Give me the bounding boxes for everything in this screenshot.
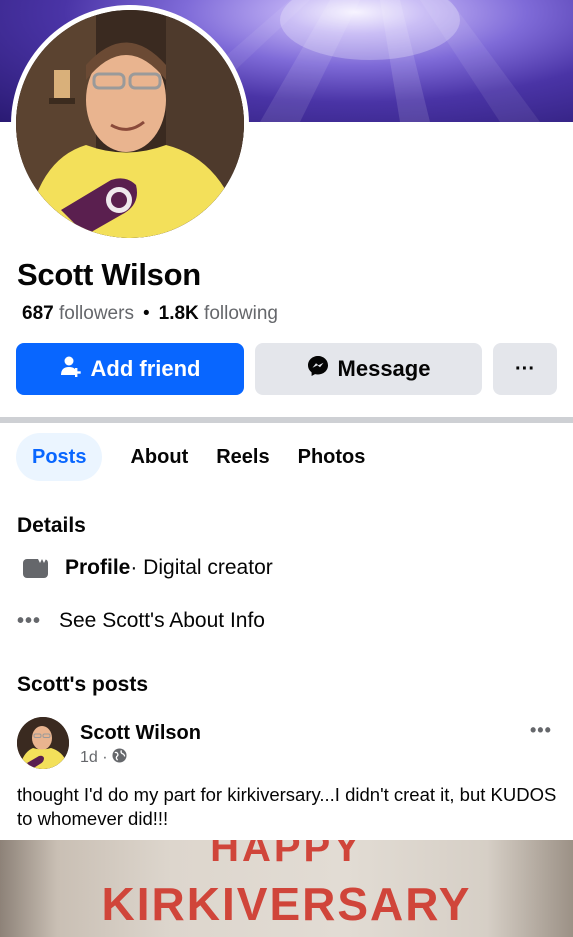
- post-image[interactable]: HAPPY KIRKIVERSARY: [0, 840, 573, 937]
- details-heading: Details: [17, 514, 86, 537]
- follow-stats: 687 followers • 1.8K following: [22, 303, 278, 325]
- posts-heading: Scott's posts: [17, 673, 149, 696]
- add-friend-button[interactable]: Add friend: [16, 343, 244, 395]
- see-about-label: See Scott's About Info: [59, 609, 265, 632]
- tab-posts[interactable]: Posts: [16, 433, 103, 481]
- more-dots-icon: •••: [17, 609, 42, 632]
- messenger-icon: [307, 355, 329, 383]
- add-person-icon: [60, 355, 82, 383]
- profile-tabs: Posts About Reels Photos: [16, 433, 393, 481]
- section-divider: [0, 417, 573, 423]
- post-author-name[interactable]: Scott Wilson: [80, 722, 201, 745]
- following-link[interactable]: 1.8K following: [159, 303, 278, 324]
- followers-link[interactable]: 687 followers: [22, 303, 134, 324]
- followers-label: followers: [58, 303, 134, 324]
- post-meta: 1d ·: [80, 748, 127, 768]
- add-friend-label: Add friend: [90, 356, 201, 381]
- post-timestamp[interactable]: 1d ·: [80, 749, 108, 767]
- more-options-button[interactable]: ···: [493, 343, 557, 395]
- profile-card-icon: [22, 557, 49, 579]
- message-button[interactable]: Message: [255, 343, 482, 395]
- tab-photos[interactable]: Photos: [298, 433, 366, 481]
- following-label: following: [204, 303, 278, 324]
- following-count: 1.8K: [158, 303, 199, 324]
- detail-profile-category: Profile · Digital creator: [22, 556, 273, 580]
- tab-about[interactable]: About: [130, 433, 188, 481]
- post-author-avatar[interactable]: [17, 717, 69, 769]
- see-about-info-link[interactable]: ••• See Scott's About Info: [17, 609, 265, 633]
- profile-avatar-image: [16, 10, 244, 238]
- tab-reels[interactable]: Reels: [216, 433, 269, 481]
- more-dots-icon: ···: [515, 357, 535, 380]
- profile-picture[interactable]: [11, 5, 249, 243]
- post-image-text-line1: HAPPY: [210, 840, 363, 870]
- detail-profile-value: · Digital creator: [130, 556, 273, 579]
- separator-dot: •: [142, 303, 150, 324]
- post-text: thought I'd do my part for kirkiversary.…: [17, 784, 557, 829]
- post-image-text-line2: KIRKIVERSARY: [101, 878, 472, 930]
- message-label: Message: [337, 356, 431, 381]
- globe-icon: [112, 748, 127, 768]
- detail-profile-label: Profile: [65, 556, 131, 579]
- followers-count: 687: [22, 303, 54, 324]
- profile-name: Scott Wilson: [17, 257, 201, 292]
- post-options-button[interactable]: •••: [530, 720, 552, 741]
